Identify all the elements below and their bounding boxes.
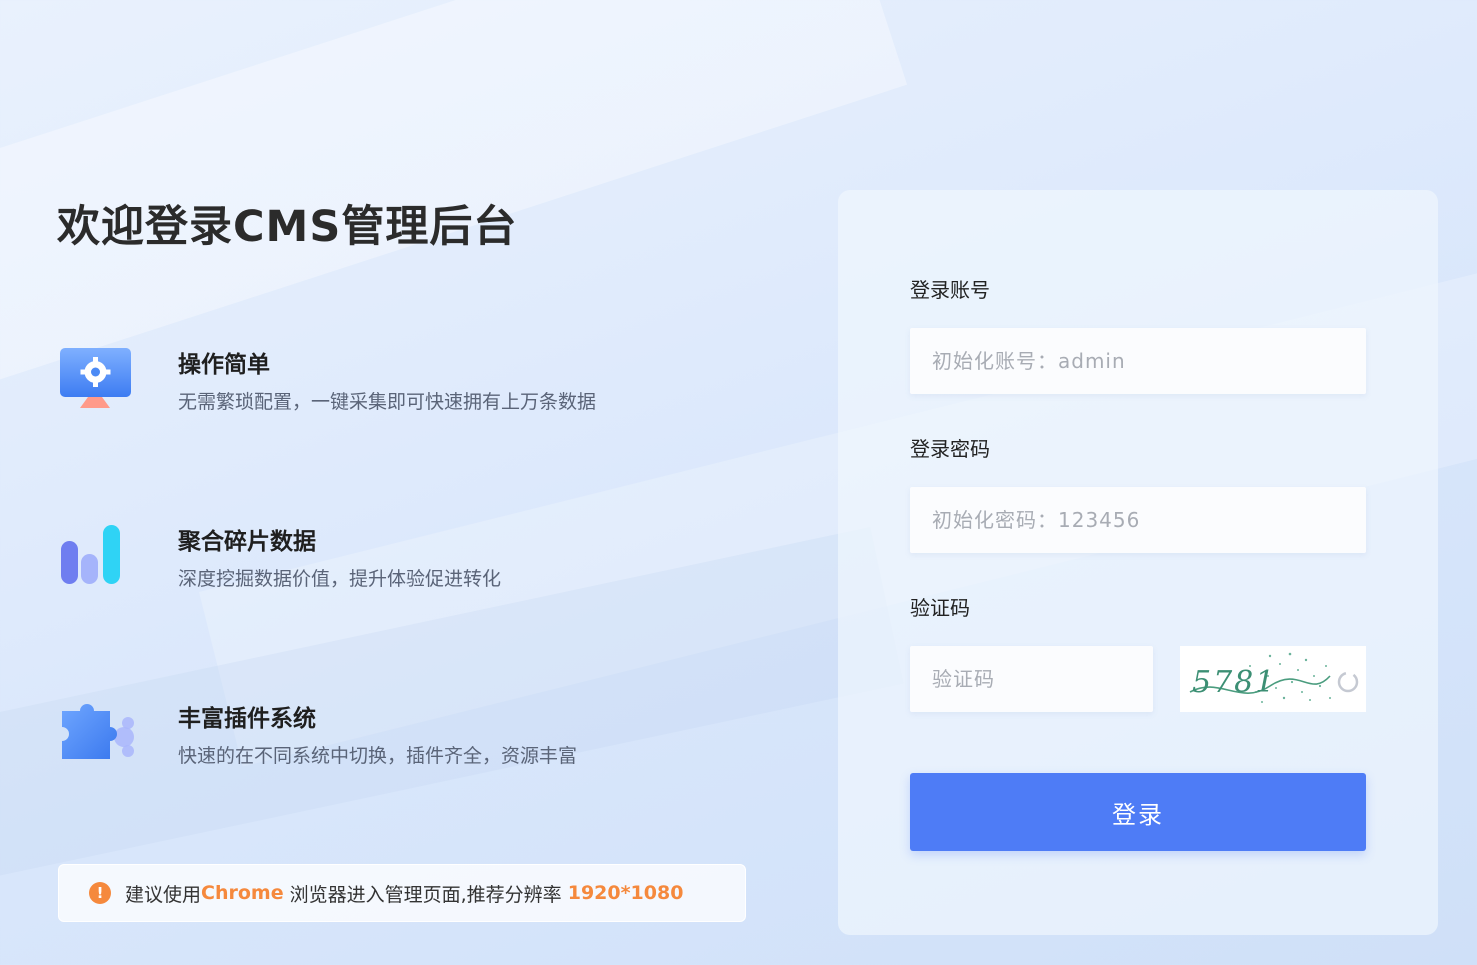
- account-input[interactable]: [910, 328, 1366, 394]
- notice-resolution: 1920*1080: [567, 882, 684, 904]
- browser-notice: ! 建议使用 Chrome 浏览器进入管理页面,推荐分辨率 1920*1080: [58, 864, 746, 922]
- login-panel: 登录账号 登录密码 验证码 5781 登录: [838, 190, 1438, 935]
- feature-description: 深度挖掘数据价值，提升体验促进转化: [178, 568, 502, 590]
- feature-item-simple: 操作简单 无需繁琐配置，一键采集即可快速拥有上万条数据: [58, 347, 698, 427]
- captcha-label: 验证码: [910, 596, 970, 620]
- account-label: 登录账号: [910, 278, 990, 302]
- notice-middle: 浏览器进入管理页面,推荐分辨率: [283, 883, 568, 906]
- feature-title: 聚合碎片数据: [178, 529, 316, 555]
- login-button[interactable]: 登录: [910, 773, 1366, 851]
- captcha-input[interactable]: [910, 646, 1153, 712]
- refresh-icon[interactable]: [1337, 671, 1359, 693]
- puzzle-icon: [62, 704, 134, 759]
- captcha-text: 5781: [1192, 665, 1276, 700]
- feature-item-plugins: 丰富插件系统 快速的在不同系统中切换，插件齐全，资源丰富: [58, 701, 698, 781]
- notice-prefix: 建议使用: [125, 883, 202, 906]
- feature-item-aggregate: 聚合碎片数据 深度挖掘数据价值，提升体验促进转化: [58, 524, 698, 604]
- feature-description: 无需繁琐配置，一键采集即可快速拥有上万条数据: [178, 391, 597, 413]
- feature-title: 操作简单: [178, 352, 270, 378]
- feature-title: 丰富插件系统: [178, 706, 316, 732]
- password-label: 登录密码: [910, 437, 990, 461]
- notice-browser: Chrome: [201, 882, 284, 904]
- warning-icon: !: [89, 882, 111, 904]
- feature-description: 快速的在不同系统中切换，插件齐全，资源丰富: [178, 745, 578, 767]
- password-input[interactable]: [910, 487, 1366, 553]
- bar-chart-icon: [61, 525, 120, 584]
- captcha-image[interactable]: 5781: [1180, 646, 1366, 712]
- page-title: 欢迎登录CMS管理后台: [57, 202, 518, 252]
- monitor-gear-icon: [60, 348, 131, 408]
